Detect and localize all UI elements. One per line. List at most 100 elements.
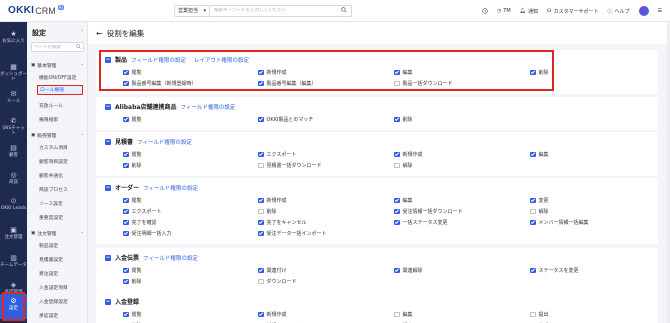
permission-checkbox[interactable]: 削除 (258, 208, 277, 215)
permission-checkbox[interactable]: OKKI製品とのマッチ (258, 116, 313, 123)
notification-button[interactable]: 🔔︎ 通知 (520, 8, 538, 15)
settings-nav-item[interactable]: 顧客項目設定 (39, 158, 68, 165)
sidebar-item-mail[interactable]: ✉ メール (0, 90, 27, 104)
permission-checkbox[interactable]: 完了をキャンセル (258, 219, 307, 226)
collapse-icon[interactable]: ‹ (81, 28, 83, 34)
settings-nav-item[interactable]: 充放ルール (39, 102, 63, 109)
checkbox-checked-icon[interactable] (123, 80, 129, 87)
settings-nav-item[interactable]: 商談プロセス (39, 186, 68, 193)
permission-checkbox[interactable]: ステータスを変更 (530, 267, 579, 274)
checkbox-checked-icon[interactable] (530, 151, 536, 158)
collapse-checkbox-icon[interactable]: − (105, 103, 111, 110)
settings-nav-item[interactable]: 機能ON/OFF設定 (39, 74, 76, 81)
checkbox-checked-icon[interactable] (123, 230, 129, 237)
field-permission-link[interactable]: フィールド権限の設定 (180, 103, 235, 111)
settings-nav-item[interactable]: 入金設定項目 (39, 284, 68, 291)
checkbox-checked-icon[interactable] (258, 151, 264, 158)
permission-checkbox[interactable]: 閲覧 (123, 151, 142, 158)
field-permission-link[interactable]: フィールド権限の設定 (131, 56, 186, 64)
settings-section[interactable]: ▣ 注文管理 ⌃ (31, 230, 84, 237)
permission-checkbox[interactable]: 関連解除 (394, 267, 423, 274)
checkbox-unchecked-icon[interactable] (394, 162, 400, 169)
permission-checkbox[interactable]: 編集 (530, 151, 549, 158)
collapse-checkbox-icon[interactable]: − (105, 184, 111, 191)
checkbox-checked-icon[interactable] (530, 219, 536, 226)
field-permission-link[interactable]: フィールド権限の設定 (143, 184, 198, 192)
app-logo[interactable]: OKKI CRM AI (8, 5, 168, 16)
customer-support-button[interactable]: ☊ カスタマーサポート (547, 8, 598, 15)
permission-checkbox[interactable]: 新規作成 (258, 197, 287, 204)
permission-checkbox[interactable]: 削除 (394, 116, 413, 123)
checkbox-checked-icon[interactable] (394, 219, 400, 226)
checkbox-unchecked-icon[interactable] (258, 208, 264, 215)
checkbox-checked-icon[interactable] (530, 197, 536, 204)
permission-checkbox[interactable]: 編集 (394, 69, 413, 76)
settings-nav-item[interactable]: 受注設定 (39, 270, 58, 277)
checkbox-checked-icon[interactable] (394, 69, 400, 76)
sidebar-item-dashboard[interactable]: ▦ ダッシュボード (0, 63, 27, 82)
permission-checkbox[interactable]: 削除 (123, 162, 142, 169)
permission-checkbox[interactable]: 編集 (394, 197, 413, 204)
permission-checkbox[interactable]: 受注情報一括ダウンロード (394, 208, 463, 215)
checkbox-checked-icon[interactable] (530, 69, 536, 76)
sidebar-item-order[interactable]: ▣ 注文管理 (0, 226, 27, 240)
permission-checkbox[interactable]: 受注明細一括入力 (123, 230, 172, 237)
sidebar-item-sns-chat[interactable]: ✆ SNSチャット (0, 117, 27, 136)
back-arrow-icon[interactable]: ← (96, 29, 103, 38)
sidebar-item-okki-leads[interactable]: ⊙ OKKI Leads (0, 197, 27, 211)
sidebar-item-approval[interactable]: ◈ 承認管理 (0, 281, 27, 295)
checkbox-checked-icon[interactable] (394, 197, 400, 204)
permission-checkbox[interactable]: 製品番号編集（編集） (258, 80, 317, 87)
permission-checkbox[interactable]: 削除 (530, 69, 549, 76)
checkbox-checked-icon[interactable] (123, 69, 129, 76)
field-permission-link[interactable]: フィールド権限の設定 (137, 138, 192, 146)
permission-checkbox[interactable]: 新規作成 (394, 151, 423, 158)
settings-nav-item[interactable]: 承認設定 (39, 312, 58, 319)
checkbox-checked-icon[interactable] (123, 267, 129, 274)
checkbox-checked-icon[interactable] (258, 267, 264, 274)
permission-checkbox[interactable]: 関連付け (258, 267, 287, 274)
checkbox-unchecked-icon[interactable] (394, 80, 400, 87)
field-permission-link[interactable]: フィールド権限の設定 (143, 254, 198, 262)
settings-nav-item[interactable]: 顧客共通化 (39, 172, 63, 179)
permission-checkbox[interactable]: 製品番号編集（新規登録時） (123, 80, 197, 87)
permission-checkbox[interactable]: 閲覧 (123, 311, 142, 318)
search-input[interactable] (214, 8, 334, 13)
checkbox-checked-icon[interactable] (394, 267, 400, 274)
checkbox-checked-icon[interactable] (123, 219, 129, 226)
menu-icon[interactable]: ☰ (658, 8, 662, 14)
sidebar-item-star[interactable]: ★ お気に入り (0, 30, 27, 44)
tm-button[interactable]: ◷ TM (497, 8, 511, 14)
settings-section[interactable]: ▣ 販売管理 ⌃ (31, 132, 84, 139)
settings-nav-item[interactable]: 入金登録設定 (39, 298, 68, 305)
checkbox-checked-icon[interactable] (258, 219, 264, 226)
search-icon[interactable] (341, 6, 347, 15)
checkbox-unchecked-icon[interactable] (530, 311, 536, 318)
layout-permission-link[interactable]: レイアウト権限の設定 (194, 56, 249, 64)
checkbox-checked-icon[interactable] (530, 267, 536, 274)
checkbox-unchecked-icon[interactable] (394, 311, 400, 318)
collapse-checkbox-icon[interactable]: − (105, 56, 111, 63)
checkbox-checked-icon[interactable] (258, 116, 264, 123)
checkbox-checked-icon[interactable] (123, 311, 129, 318)
checkbox-checked-icon[interactable] (258, 197, 264, 204)
permission-checkbox[interactable]: 閲覧 (123, 267, 142, 274)
checkbox-unchecked-icon[interactable] (258, 162, 264, 169)
checkbox-checked-icon[interactable] (123, 116, 129, 123)
settings-search-input[interactable] (34, 44, 74, 50)
sidebar-item-customer[interactable]: ▤ 顧客 (0, 144, 27, 158)
checkbox-checked-icon[interactable] (394, 208, 400, 215)
checkbox-checked-icon[interactable] (258, 80, 264, 87)
permission-checkbox[interactable]: 編集 (394, 311, 413, 318)
permission-checkbox[interactable]: 閲覧 (123, 69, 142, 76)
settings-nav-item[interactable]: カスタム項目 (39, 144, 68, 151)
permission-checkbox[interactable]: 完了を確認 (123, 219, 157, 226)
collapse-checkbox-icon[interactable]: − (105, 298, 111, 305)
checkbox-checked-icon[interactable] (123, 151, 129, 158)
settings-nav-item[interactable]: ロール権限 (37, 85, 83, 95)
permission-checkbox[interactable]: 提出 (530, 311, 549, 318)
settings-nav-item[interactable]: ソース設定 (39, 200, 63, 207)
checkbox-checked-icon[interactable] (258, 230, 264, 237)
checkbox-checked-icon[interactable] (123, 278, 129, 285)
settings-nav-item[interactable]: 製品設定 (39, 242, 58, 249)
